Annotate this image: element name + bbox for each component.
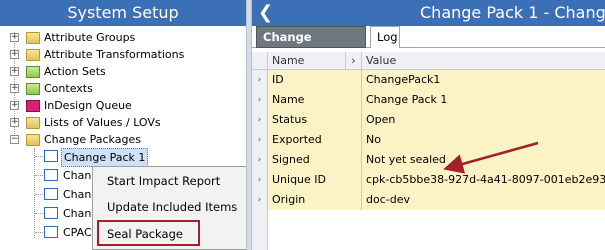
tree-item-change-packages[interactable]: − Change Packages [0, 131, 240, 148]
menu-item-update-included-items[interactable]: Update Included Items [93, 195, 251, 219]
row-value: Change Pack 1 [362, 90, 605, 110]
change-package-icon [44, 188, 58, 200]
panel-title: System Setup [0, 0, 246, 26]
tree-item-label: Contexts [44, 82, 93, 95]
tree-item-label: Lists of Values / LOVs [44, 116, 161, 129]
tree-item-label: Change Packages [44, 133, 141, 146]
contexts-icon [26, 83, 40, 95]
tree-item-attribute-groups[interactable]: + Attribute Groups [0, 29, 240, 46]
column-header-value[interactable]: Value [362, 52, 605, 70]
tree-connector [35, 175, 43, 176]
header-gutter [252, 52, 268, 70]
change-package-icon [44, 207, 58, 219]
change-package-editor: ❮ Change Pack 1 - Change P Change Packag… [252, 0, 605, 250]
expand-icon[interactable]: + [10, 118, 19, 127]
folder-icon [26, 32, 40, 44]
row-name: Signed [268, 150, 362, 170]
tree-item-label: CPAC [63, 226, 92, 239]
tree-item-change-pack-1[interactable]: Change Pack 1 [0, 148, 240, 167]
folder-icon [26, 117, 40, 129]
properties-grid: Name › Value › ID ChangePack1 › Name Cha… [252, 52, 605, 250]
expand-icon[interactable]: + [10, 84, 19, 93]
row-name: Origin [268, 190, 362, 210]
table-row[interactable]: › ID ChangePack1 [252, 70, 605, 90]
tab-change-package[interactable]: Change Package [256, 26, 366, 64]
table-row[interactable]: › Signed Not yet sealed [252, 150, 605, 170]
table-row[interactable]: › Status Open [252, 110, 605, 130]
folder-open-icon [26, 134, 40, 146]
expand-icon[interactable]: + [10, 50, 19, 59]
collapse-icon[interactable]: − [10, 135, 19, 144]
expand-icon[interactable]: + [10, 33, 19, 42]
editor-title: Change Pack 1 - Change P [420, 3, 605, 22]
seal-package-highlight-box [97, 220, 200, 246]
grid-header: Name › Value [252, 52, 605, 70]
change-package-icon [44, 226, 58, 238]
row-value: cpk-cb5bbe38-927d-4a41-8097-001eb2e93d67 [362, 170, 605, 190]
grid-gutter-filler [252, 210, 268, 250]
row-value: Not yet sealed [362, 150, 605, 170]
tab-bar: Change Package Log [252, 26, 605, 64]
row-value: Open [362, 110, 605, 130]
tree-item-action-sets[interactable]: + Action Sets [0, 63, 240, 80]
row-name: Exported [268, 130, 362, 150]
tree-connector [35, 232, 43, 233]
tree-item-contexts[interactable]: + Contexts [0, 80, 240, 97]
chevron-right-icon[interactable]: › [252, 110, 268, 130]
tree-item-attribute-transformations[interactable]: + Attribute Transformations [0, 46, 240, 63]
chevron-right-icon[interactable]: › [252, 170, 268, 190]
row-name: ID [268, 70, 362, 90]
table-row[interactable]: › Exported No [252, 130, 605, 150]
table-row[interactable]: › Name Change Pack 1 [252, 90, 605, 110]
system-setup-panel: System Setup + Attribute Groups + Attrib… [0, 0, 252, 250]
chevron-right-icon[interactable]: › [252, 70, 268, 90]
tree-connector [35, 213, 43, 214]
back-arrow-icon[interactable]: ❮ [258, 0, 273, 26]
tree-item-lists-of-values[interactable]: + Lists of Values / LOVs [0, 114, 240, 131]
tree-item-label: Attribute Groups [44, 31, 136, 44]
table-row[interactable]: › Unique ID cpk-cb5bbe38-927d-4a41-8097-… [252, 170, 605, 190]
row-name: Status [268, 110, 362, 130]
row-value: doc-dev [362, 190, 605, 210]
row-name: Unique ID [268, 170, 362, 190]
row-value: ChangePack1 [362, 70, 605, 90]
chevron-right-icon[interactable]: › [252, 190, 268, 210]
context-menu: Start Impact Report Update Included Item… [92, 166, 252, 250]
tree-item-indesign-queue[interactable]: + InDesign Queue [0, 97, 240, 114]
tree-item-label: Change Pack 1 [61, 148, 149, 167]
indesign-icon [26, 100, 40, 112]
tree-connector [35, 194, 43, 195]
expand-icon[interactable]: + [10, 101, 19, 110]
row-value: No [362, 130, 605, 150]
chevron-right-icon[interactable]: › [252, 90, 268, 110]
tree-item-label: Attribute Transformations [44, 48, 185, 61]
action-sets-icon [26, 66, 40, 78]
tree-item-label: InDesign Queue [44, 99, 132, 112]
tree-connector [35, 156, 43, 157]
change-package-icon [44, 150, 58, 162]
change-package-icon [44, 169, 58, 181]
chevron-right-icon[interactable]: › [252, 130, 268, 150]
chevron-right-icon: › [346, 52, 362, 70]
menu-item-start-impact-report[interactable]: Start Impact Report [93, 169, 251, 193]
table-row[interactable]: › Origin doc-dev [252, 190, 605, 210]
row-name: Name [268, 90, 362, 110]
expand-icon[interactable]: + [10, 67, 19, 76]
folder-icon [26, 49, 40, 61]
column-header-name[interactable]: Name [268, 52, 346, 70]
tree-item-label: Action Sets [44, 65, 106, 78]
editor-header: ❮ Change Pack 1 - Change P [252, 0, 605, 26]
chevron-right-icon[interactable]: › [252, 150, 268, 170]
tab-log[interactable]: Log [370, 26, 400, 48]
